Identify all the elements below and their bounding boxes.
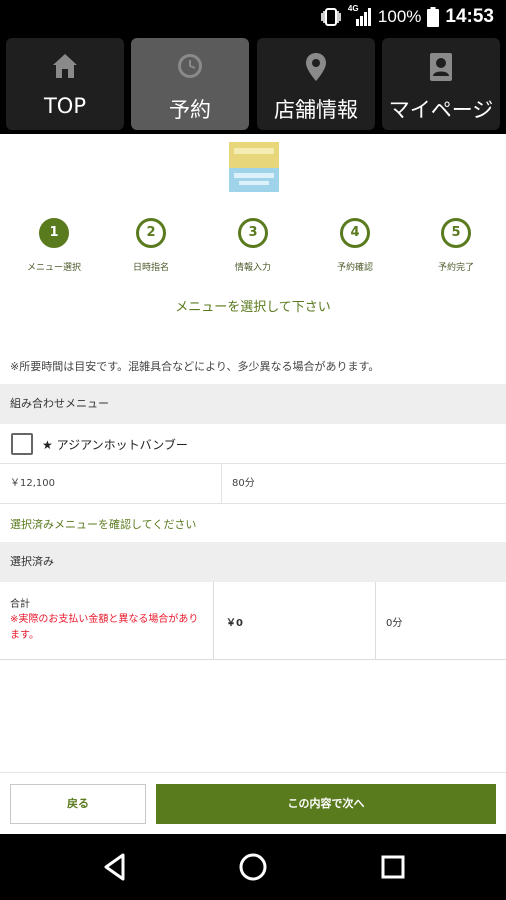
step-number: 1 xyxy=(39,218,69,248)
nav-tab-reserve[interactable]: 予約 xyxy=(131,38,249,130)
nav-tab-label: 予約 xyxy=(169,98,211,122)
back-button[interactable]: 戻る xyxy=(10,784,146,824)
step-1: 1 メニュー選択 xyxy=(4,216,104,273)
action-bar: 戻る この内容で次へ xyxy=(0,772,506,834)
nav-tab-mypage[interactable]: マイページ xyxy=(382,38,500,130)
total-label: 合計 xyxy=(10,599,30,610)
total-duration-cell: 0分 xyxy=(376,582,506,660)
step-2: 2 日時指名 xyxy=(101,216,201,273)
shop-logo xyxy=(229,142,279,192)
battery-icon xyxy=(427,7,440,27)
recent-apps-icon[interactable] xyxy=(376,850,410,884)
android-nav-bar xyxy=(0,834,506,900)
user-card-icon xyxy=(430,53,452,81)
battery-percent: 100% xyxy=(377,7,422,26)
nav-tab-label: マイページ xyxy=(388,98,494,122)
nav-tab-label: 店舗情報 xyxy=(274,98,358,122)
step-4: 4 予約確認 xyxy=(305,216,405,273)
total-row: 合計 ※実際のお支払い金額と異なる場合があります。 ￥0 0分 xyxy=(0,582,506,660)
total-label-cell: 合計 ※実際のお支払い金額と異なる場合があります。 xyxy=(0,582,214,660)
clock: 14:53 xyxy=(445,6,494,27)
nav-tab-label: TOP xyxy=(43,94,87,118)
home-circle-icon[interactable] xyxy=(236,850,270,884)
step-label: 日時指名 xyxy=(132,263,169,273)
step-label: 予約完了 xyxy=(437,263,474,273)
section-header-selected: 選択済み xyxy=(0,542,506,582)
next-button[interactable]: この内容で次へ xyxy=(156,784,496,824)
top-nav: TOP 予約 店舗情報 マイページ xyxy=(0,34,506,134)
time-note: ※所要時間は目安です。混雑具合などにより、多少異なる場合があります。 xyxy=(10,360,380,373)
step-number: 3 xyxy=(238,218,268,248)
map-pin-icon xyxy=(306,53,326,81)
status-bar: 4G 100% 14:53 xyxy=(0,0,506,34)
payment-warning: ※実際のお支払い金額と異なる場合があります。 xyxy=(10,614,199,641)
menu-item[interactable]: ★ アジアンホットバンブー xyxy=(0,424,506,464)
menu-name: ★ アジアンホットバンブー xyxy=(42,438,188,452)
signal-icon: 4G xyxy=(348,4,372,27)
step-label: 情報入力 xyxy=(234,263,271,273)
vibrate-icon xyxy=(321,8,341,26)
section-header-combo: 組み合わせメニュー xyxy=(0,384,506,424)
step-label: メニュー選択 xyxy=(26,263,81,273)
menu-checkbox[interactable] xyxy=(11,433,33,455)
confirm-selected-text: 選択済みメニューを確認してください xyxy=(10,518,197,531)
menu-price: ￥12,100 xyxy=(0,464,222,504)
step-number: 2 xyxy=(136,218,166,248)
total-duration: 0分 xyxy=(386,618,403,629)
reservation-steps: 1 メニュー選択 2 日時指名 3 情報入力 4 予約確認 5 予約完了 xyxy=(0,216,506,280)
clock-icon xyxy=(178,54,202,78)
nav-tab-store-info[interactable]: 店舗情報 xyxy=(257,38,375,130)
home-icon xyxy=(53,54,77,78)
step-5: 5 予約完了 xyxy=(406,216,506,273)
total-price-cell: ￥0 xyxy=(214,582,376,660)
menu-duration: 80分 xyxy=(232,478,255,489)
back-triangle-icon[interactable] xyxy=(98,850,132,884)
step-number: 4 xyxy=(340,218,370,248)
page-instruction: メニューを選択して下さい xyxy=(175,300,331,315)
step-number: 5 xyxy=(441,218,471,248)
step-3: 3 情報入力 xyxy=(203,216,303,273)
step-label: 予約確認 xyxy=(336,263,373,273)
total-price: ￥0 xyxy=(226,618,243,629)
menu-price-row: ￥12,100 80分 xyxy=(0,464,506,504)
nav-tab-top[interactable]: TOP xyxy=(6,38,124,130)
